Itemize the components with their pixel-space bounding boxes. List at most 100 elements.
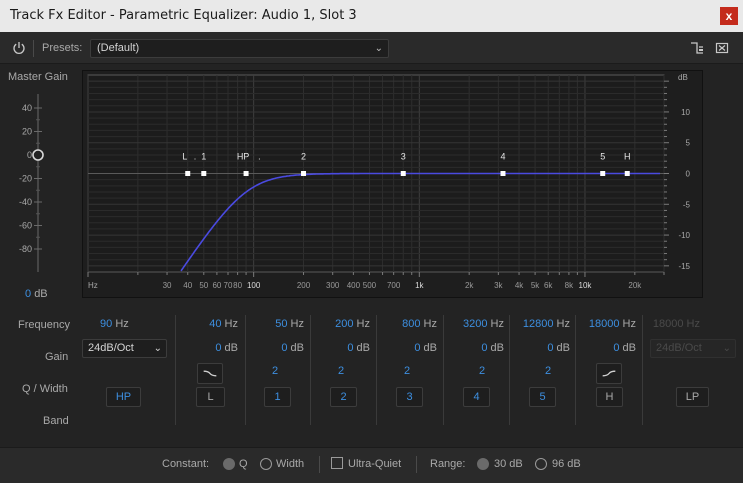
band2-q[interactable]: 2 [326,365,356,377]
band-3-button[interactable]: 3 [396,387,423,407]
column-divider [175,315,176,425]
bypass-icon[interactable] [715,41,729,55]
range-30db-label: 30 dB [494,458,523,470]
freq-axis-tick-label: 300 [326,281,340,290]
band-hp-button[interactable]: HP [106,387,141,407]
freq-axis-tick-label: 1k [415,281,424,290]
ultra-quiet-checkbox[interactable] [331,457,343,469]
band-1-button[interactable]: 1 [264,387,291,407]
band1-q[interactable]: 2 [260,365,290,377]
band-4-button[interactable]: 4 [463,387,490,407]
master-gain-tick-label: -80 [19,244,32,254]
lp-slope-value: 24dB/Oct [656,342,702,354]
footer-bar: Constant: Q Width Ultra-Quiet Range: 30 … [0,447,743,483]
close-icon[interactable]: x [720,7,738,25]
band1-frequency[interactable]: 50 Hz [252,318,304,330]
low-shelf-icon[interactable] [197,363,223,384]
band5-gain[interactable]: 0 dB [514,342,570,354]
q-width-row-label: Q / Width [22,383,68,395]
band5-frequency[interactable]: 12800 Hz [514,318,570,330]
band-handle-h[interactable] [624,171,630,176]
route-icon[interactable] [690,41,704,55]
band-row-label: Band [43,415,69,427]
band-2-button[interactable]: 2 [330,387,357,407]
band-marker-label-l: L [182,152,187,162]
band-controls: Frequency Gain Q / Width Band 90 Hz 24dB… [0,305,743,445]
freq-axis-tick-label: 4k [515,281,524,290]
master-gain-label: Master Gain [8,71,68,83]
band1-gain[interactable]: 0 dB [252,342,304,354]
eq-graph-canvas[interactable]: dB1050-5-10-15Hz 30 40 50 60 70 80 100 200 300 400… [83,71,702,297]
master-gain-knob[interactable] [32,149,44,161]
presets-label: Presets: [42,42,83,54]
column-divider [245,315,246,425]
range-label: Range: [430,458,466,470]
band-5-button[interactable]: 5 [529,387,556,407]
constant-q-radio[interactable] [223,458,235,470]
db-axis-unit-label: dB [678,73,688,82]
freq-axis-tick-label: 70 [224,281,233,290]
band-marker-dot: . [194,152,197,162]
db-axis-tick-label: 0 [686,170,691,179]
band-marker-label-b4: 4 [500,152,505,162]
band4-frequency[interactable]: 3200 Hz [448,318,504,330]
band3-q[interactable]: 2 [392,365,422,377]
band2-gain[interactable]: 0 dB [316,342,370,354]
master-gain-tick-label: -40 [19,197,32,207]
master-gain-value[interactable]: 0 dB [25,288,48,300]
band-handle-b5[interactable] [600,171,606,176]
frequency-row-label: Frequency [18,319,70,331]
presets-value: (Default) [97,42,140,54]
band-handle-b2[interactable] [301,171,307,176]
master-gain-tick-label: 20 [22,127,32,137]
range-30db-radio[interactable] [477,458,489,470]
band3-frequency[interactable]: 800 Hz [382,318,437,330]
band-lp-button[interactable]: LP [676,387,709,407]
band5-q[interactable]: 2 [533,365,563,377]
freq-axis-tick-label: 30 [163,281,172,290]
freq-axis-unit-label: Hz [88,281,98,290]
band-marker-label-b2: 2 [301,152,306,162]
column-divider [443,315,444,425]
band-h-button[interactable]: H [596,387,623,407]
band4-q[interactable]: 2 [467,365,497,377]
freq-axis-tick-label: 2k [465,281,474,290]
chevron-down-icon: ⌄ [722,343,731,354]
band3-gain[interactable]: 0 dB [382,342,437,354]
band-handle-b1[interactable] [201,171,207,176]
band-marker-label-b1: 1 [201,152,206,162]
master-gain-slider[interactable]: 40 20 0 -20 -40 -60 -80 [4,92,44,277]
freq-axis-tick-label: 500 [363,281,377,290]
column-divider [642,315,643,425]
freq-axis-tick-label: 10k [579,281,593,290]
band2-frequency[interactable]: 200 Hz [316,318,370,330]
band-l-button[interactable]: L [196,387,225,407]
h-gain[interactable]: 0 dB [580,342,636,354]
band-handle-b4[interactable] [500,171,506,176]
band-handle-l[interactable] [185,171,191,176]
column-divider [376,315,377,425]
range-96db-radio[interactable] [535,458,547,470]
presets-dropdown[interactable]: (Default) ⌄ [90,39,389,58]
hp-slope-dropdown[interactable]: 24dB/Oct ⌄ [82,339,167,358]
band-marker-label-h: H [624,152,631,162]
eq-graph[interactable]: dB 10 5 0 -5 -10 -15 Hz 30 40 50 60 70 80 100 200 300 400… [82,70,703,298]
gain-row-label: Gain [45,351,69,363]
power-icon[interactable] [12,41,26,55]
band4-gain[interactable]: 0 dB [448,342,504,354]
h-frequency[interactable]: 18000 Hz [580,318,636,330]
hp-slope-value: 24dB/Oct [88,342,134,354]
freq-axis-tick-label: 400 [347,281,361,290]
high-shelf-icon[interactable] [596,363,622,384]
freq-axis-tick-label: 20k [628,281,642,290]
l-frequency[interactable]: 40 Hz [186,318,238,330]
band-handle-b3[interactable] [400,171,406,176]
constant-width-radio[interactable] [260,458,272,470]
hp-frequency[interactable]: 90 Hz [100,318,140,330]
db-axis-tick-label: -10 [678,231,690,240]
column-divider [509,315,510,425]
l-gain[interactable]: 0 dB [186,342,238,354]
band-handle-hp[interactable] [243,171,249,176]
master-gain-tick-label: 0 [27,150,32,160]
lp-slope-dropdown[interactable]: 24dB/Oct ⌄ [650,339,736,358]
